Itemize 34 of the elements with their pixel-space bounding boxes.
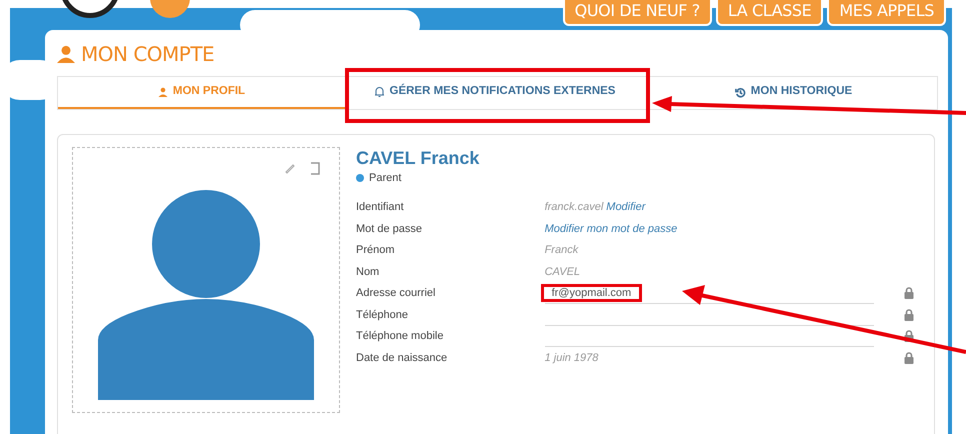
lock-icon xyxy=(904,287,914,300)
field-label: Identifiant xyxy=(356,200,405,215)
field-label: Téléphone xyxy=(356,308,409,322)
lock-icon xyxy=(904,308,914,321)
lock-icon xyxy=(904,352,914,364)
tab[interactable]: GÉRER MES NOTIFICATIONS EXTERNES xyxy=(351,75,638,111)
crop-icon[interactable] xyxy=(310,162,321,175)
bell-icon xyxy=(374,86,384,98)
email-value: fr@yopmail.com xyxy=(552,286,632,300)
field-value: Franck xyxy=(544,243,578,258)
field-label: Téléphone mobile xyxy=(356,329,444,344)
pencil-icon[interactable] xyxy=(284,162,296,174)
field-label: Nom xyxy=(356,264,380,280)
field-label: Mot de passe xyxy=(356,222,424,236)
edit-link[interactable]: Modifier xyxy=(606,199,646,216)
nav-button[interactable]: MES APPELS xyxy=(827,0,946,26)
tab[interactable]: MON HISTORIQUE xyxy=(650,77,937,109)
field-label: Date de naissance xyxy=(356,350,448,366)
user-icon xyxy=(57,45,75,63)
user-icon xyxy=(158,87,168,97)
role-label: Parent xyxy=(369,171,402,186)
edit-link[interactable]: Modifier mon mot de passe xyxy=(544,220,678,237)
field-value: CAVEL xyxy=(544,264,580,280)
field-value: 1 juin 1978 xyxy=(544,350,598,366)
field-label: Prénom xyxy=(356,243,396,258)
page-title: MON COMPTE xyxy=(81,41,214,68)
nav-button[interactable]: LA CLASSE xyxy=(716,0,824,26)
history-icon xyxy=(734,86,746,98)
lock-icon xyxy=(904,330,914,342)
field-value: franck.cavel xyxy=(544,200,604,215)
profile-name: CAVEL Franck xyxy=(356,147,480,169)
field-label: Adresse courriel xyxy=(356,286,436,301)
tab[interactable]: MON PROFIL xyxy=(58,77,345,109)
nav-button[interactable]: QUOI DE NEUF ? xyxy=(562,0,712,26)
